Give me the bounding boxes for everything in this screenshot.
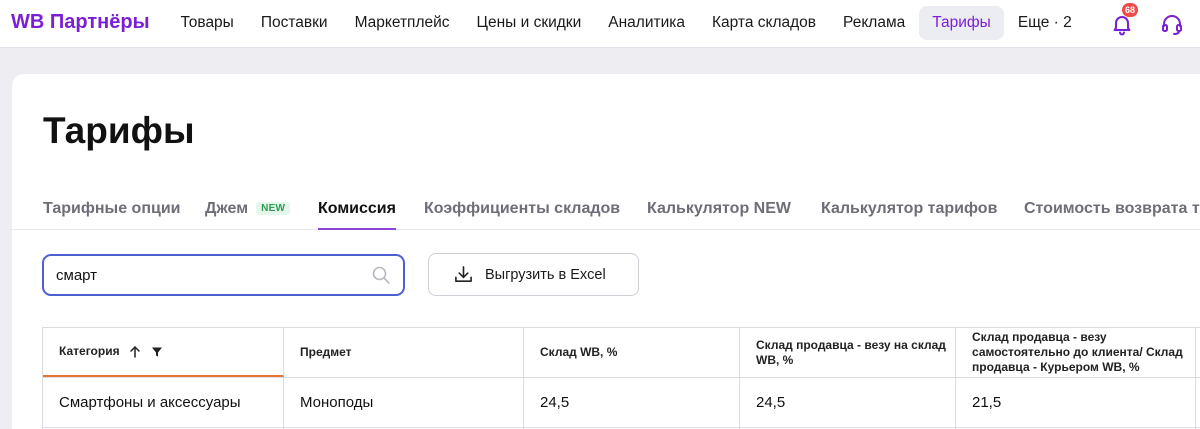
nav-item-supplies[interactable]: Поставки <box>247 6 341 40</box>
nav-item-prices[interactable]: Цены и скидки <box>463 6 595 40</box>
column-header-seller-to-client[interactable]: Склад продавца - везу самостоятельно до … <box>956 328 1196 377</box>
brand-logo[interactable]: WB Партнёры <box>11 11 150 34</box>
tab-tariff-options[interactable]: Тарифные опции <box>43 200 181 230</box>
main-nav: Товары Поставки Маркетплейс Цены и скидк… <box>167 6 1085 40</box>
export-button-label: Выгрузить в Excel <box>485 266 606 283</box>
table-header-row: Категория Предмет Склад WB, % Склад прод… <box>43 328 1200 378</box>
nav-item-warehouse-map[interactable]: Карта складов <box>698 6 829 40</box>
column-header-subject[interactable]: Предмет <box>284 328 524 377</box>
tab-return-cost[interactable]: Стоимость возврата т <box>1024 200 1200 230</box>
table-cell: 24,5 <box>524 378 740 427</box>
tab-jam[interactable]: Джем NEW <box>205 200 291 230</box>
nav-item-more[interactable]: Еще · 2 <box>1004 6 1085 40</box>
nav-item-products[interactable]: Товары <box>167 6 247 40</box>
nav-item-analytics[interactable]: Аналитика <box>595 6 699 40</box>
download-icon <box>455 266 472 282</box>
new-tag: NEW <box>256 202 291 215</box>
column-header-wb-warehouse[interactable]: Склад WB, % <box>524 328 740 377</box>
tab-label: Стоимость возврата т <box>1024 200 1200 217</box>
page-title: Тарифы <box>43 110 195 151</box>
tariff-tabs: Тарифные опции Джем NEW Комиссия Коэффици… <box>12 200 1200 230</box>
search-box <box>42 254 405 296</box>
table-cell: Моноподы <box>284 378 524 427</box>
tab-warehouse-coefficients[interactable]: Коэффициенты складов <box>424 200 620 230</box>
export-excel-button[interactable]: Выгрузить в Excel <box>428 253 639 296</box>
content-card: Тарифы Тарифные опции Джем NEW Комиссия К… <box>12 74 1200 429</box>
commission-table: Категория Предмет Склад WB, % Склад прод… <box>42 327 1200 429</box>
nav-item-ads[interactable]: Реклама <box>830 6 919 40</box>
table-cell: Смартфоны и аксессуары <box>43 378 284 427</box>
filter-icon[interactable] <box>150 345 164 359</box>
table-cell: 24,5 <box>740 378 956 427</box>
column-header-seller-to-wb[interactable]: Склад продавца - везу на склад WB, % <box>740 328 956 377</box>
sort-ascending-icon[interactable] <box>128 345 142 359</box>
headset-icon[interactable] <box>1160 12 1184 36</box>
notification-badge: 68 <box>1122 3 1139 17</box>
tab-label: Комиссия <box>318 200 396 217</box>
table-cell: 21,5 <box>956 378 1196 427</box>
tab-commission[interactable]: Комиссия <box>318 200 396 230</box>
tab-calculator-new[interactable]: Калькулятор NEW <box>647 200 791 230</box>
tab-label: Коэффициенты складов <box>424 200 621 217</box>
tab-label: Калькулятор NEW <box>647 200 791 217</box>
search-icon[interactable] <box>371 265 391 285</box>
column-header-category[interactable]: Категория <box>43 328 284 377</box>
table-row: Смартфоны и аксессуары Моноподы 24,5 24,… <box>43 378 1200 428</box>
nav-item-marketplace[interactable]: Маркетплейс <box>341 6 463 40</box>
tab-tariff-calculator[interactable]: Калькулятор тарифов <box>821 200 997 230</box>
tab-label: Тарифные опции <box>43 200 181 217</box>
tab-label: Джем <box>205 200 249 217</box>
search-input[interactable] <box>56 256 356 294</box>
column-header-label: Категория <box>59 344 120 358</box>
nav-item-tariffs[interactable]: Тарифы <box>918 6 1005 40</box>
tab-label: Калькулятор тарифов <box>821 200 998 217</box>
top-navigation-bar: WB Партнёры Товары Поставки Маркетплейс … <box>0 0 1200 48</box>
